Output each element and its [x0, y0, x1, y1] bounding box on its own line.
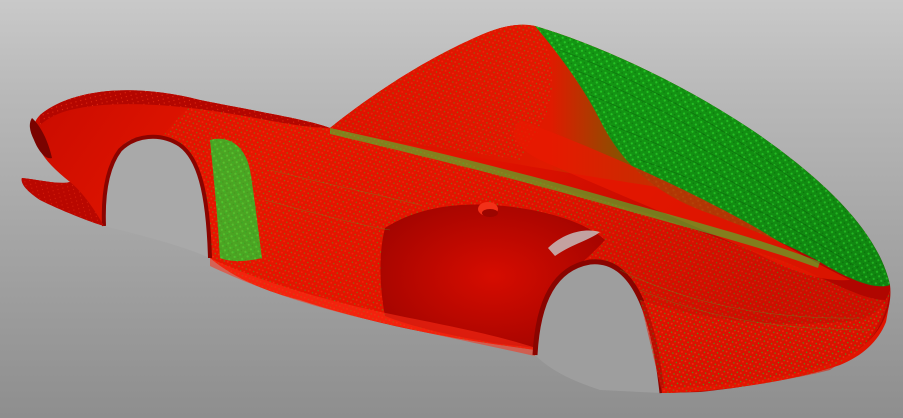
3d-viewport[interactable] [0, 0, 903, 418]
car-body-point-cloud[interactable] [0, 0, 903, 418]
door-handle-shadow [482, 209, 498, 217]
